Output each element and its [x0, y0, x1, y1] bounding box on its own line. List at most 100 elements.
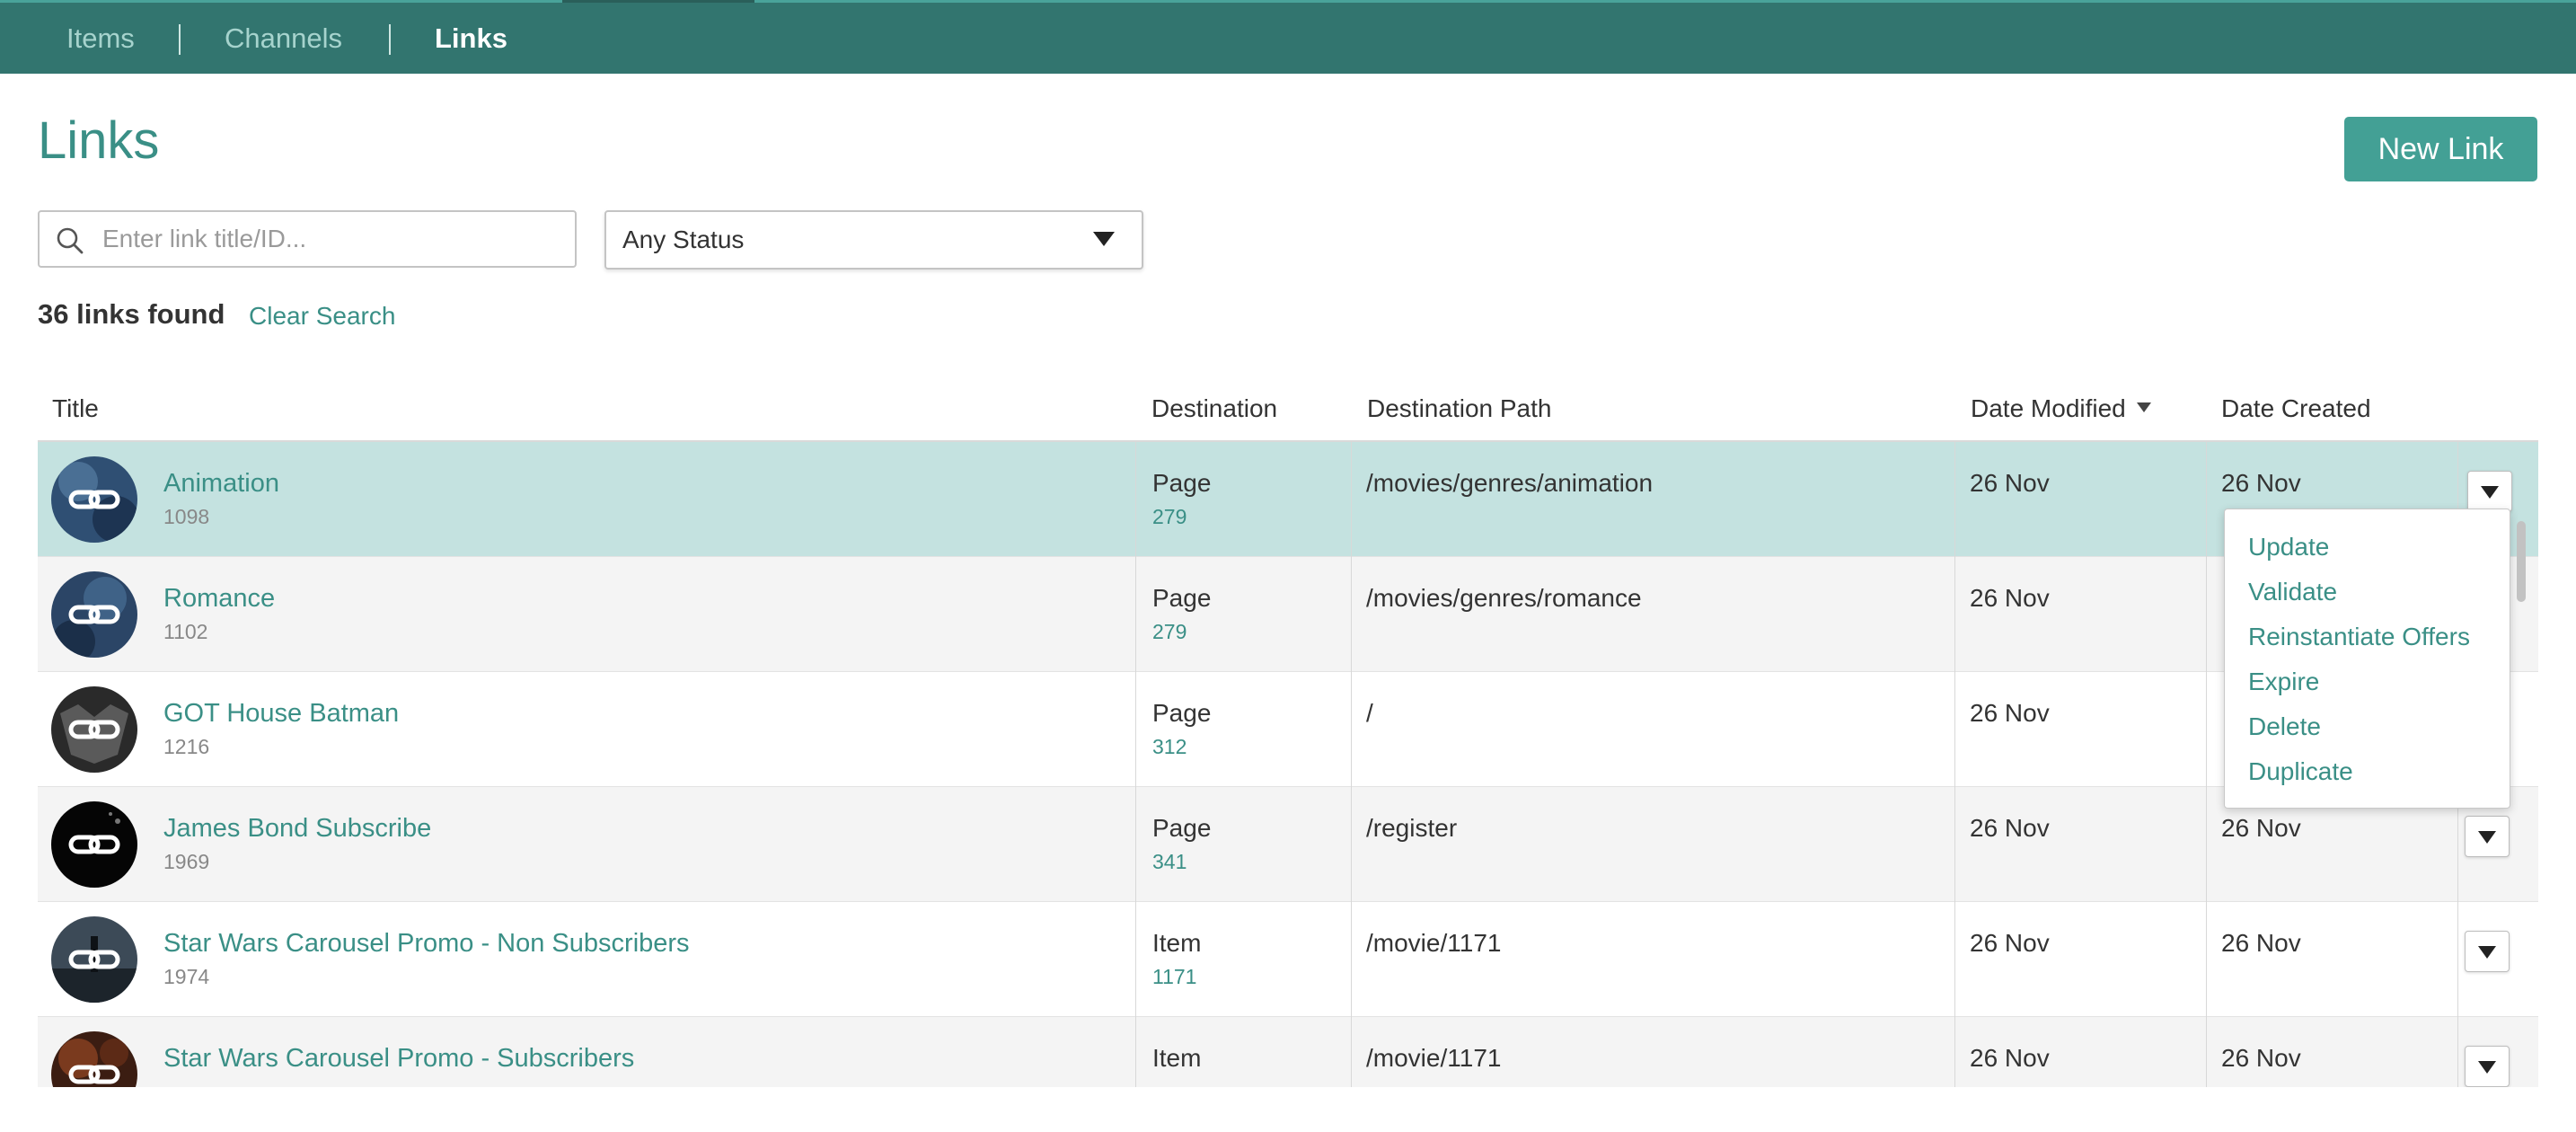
table-row[interactable]: Romance 1102 Page 279 /movies/genres/rom…	[38, 557, 2538, 672]
table-row[interactable]: James Bond Subscribe 1969 Page 341 /regi…	[38, 787, 2538, 902]
link-title[interactable]: GOT House Batman	[163, 699, 399, 729]
row-actions-button[interactable]	[2465, 1046, 2510, 1087]
path-cell: /register	[1351, 787, 1954, 902]
link-icon	[51, 916, 137, 1003]
caret-down-icon	[2478, 1061, 2496, 1074]
link-icon	[51, 456, 137, 543]
column-header-date-modified-label: Date Modified	[1971, 394, 2126, 422]
title-cell: James Bond Subscribe 1969	[38, 787, 1135, 902]
page-title: Links	[38, 111, 160, 170]
nav-item-items[interactable]: Items	[66, 3, 135, 74]
link-icon	[51, 571, 137, 658]
link-thumbnail	[51, 571, 137, 658]
date-modified: 26 Nov	[1970, 469, 2050, 497]
modified-cell: 26 Nov	[1954, 672, 2206, 787]
destination-id[interactable]: 279	[1152, 505, 1187, 529]
menu-item-validate[interactable]: Validate	[2248, 576, 2337, 608]
search-box[interactable]	[38, 210, 577, 268]
destination-path: /register	[1366, 814, 1458, 842]
date-modified: 26 Nov	[1970, 929, 2050, 957]
destination-cell: Page 312	[1135, 672, 1351, 787]
destination-id[interactable]: 341	[1152, 850, 1187, 874]
link-title[interactable]: Star Wars Carousel Promo - Subscribers	[163, 1044, 634, 1074]
nav-item-links[interactable]: Links	[435, 3, 507, 74]
link-id: 1969	[163, 850, 210, 873]
destination-id[interactable]: 1171	[1152, 965, 1196, 989]
link-thumbnail	[51, 686, 137, 773]
caret-down-icon	[2478, 831, 2496, 844]
destination-cell: Page 279	[1135, 557, 1351, 672]
results-count: 36 links found	[38, 298, 225, 330]
new-link-button[interactable]: New Link	[2344, 117, 2537, 181]
row-actions-button[interactable]	[2465, 931, 2510, 972]
destination-type: Page	[1152, 469, 1212, 497]
link-title[interactable]: Star Wars Carousel Promo - Non Subscribe…	[163, 929, 690, 959]
title-cell: GOT House Batman 1216	[38, 672, 1135, 787]
link-thumbnail	[51, 916, 137, 1003]
title-cell: Romance 1102	[38, 557, 1135, 672]
search-input[interactable]	[102, 212, 560, 266]
nav-item-channels[interactable]: Channels	[225, 3, 342, 74]
link-thumbnail	[51, 1031, 137, 1087]
destination-id[interactable]: 279	[1152, 620, 1187, 644]
nav-active-indicator	[562, 0, 754, 3]
table-row[interactable]: Star Wars Carousel Promo - Non Subscribe…	[38, 902, 2538, 1017]
menu-item-update[interactable]: Update	[2248, 531, 2329, 563]
path-cell: /	[1351, 672, 1954, 787]
modified-cell: 26 Nov	[1954, 1017, 2206, 1087]
link-title[interactable]: Animation	[163, 469, 279, 499]
link-icon	[51, 1031, 137, 1087]
destination-type: Page	[1152, 584, 1212, 612]
links-table: Title Destination Destination Path Date …	[38, 376, 2538, 1087]
destination-path: /movies/genres/romance	[1366, 584, 1642, 612]
path-cell: /movies/genres/animation	[1351, 442, 1954, 557]
title-cell: Star Wars Carousel Promo - Non Subscribe…	[38, 902, 1135, 1017]
date-created: 26 Nov	[2221, 469, 2301, 497]
destination-path: /movie/1171	[1366, 929, 1502, 957]
search-icon	[57, 227, 84, 254]
date-modified: 26 Nov	[1970, 814, 2050, 842]
sort-desc-icon	[2136, 402, 2151, 413]
table-row[interactable]: GOT House Batman 1216 Page 312 / 26 Nov	[38, 672, 2538, 787]
destination-cell: Page 341	[1135, 787, 1351, 902]
column-header-destination[interactable]: Destination	[1151, 376, 1277, 442]
column-header-date-created[interactable]: Date Created	[2221, 376, 2371, 442]
nav-separator	[389, 24, 391, 55]
row-actions-menu: Update Validate Reinstantiate Offers Exp…	[2224, 509, 2510, 809]
table-row[interactable]: Star Wars Carousel Promo - Subscribers I…	[38, 1017, 2538, 1087]
date-created: 26 Nov	[2221, 1044, 2301, 1072]
column-header-destination-path[interactable]: Destination Path	[1367, 376, 1551, 442]
menu-item-reinstantiate-offers[interactable]: Reinstantiate Offers	[2248, 621, 2470, 653]
link-thumbnail	[51, 801, 137, 888]
modified-cell: 26 Nov	[1954, 442, 2206, 557]
destination-id[interactable]: 312	[1152, 735, 1187, 759]
path-cell: /movie/1171	[1351, 902, 1954, 1017]
scrollbar-thumb[interactable]	[2517, 521, 2526, 602]
created-cell: 26 Nov	[2206, 902, 2457, 1017]
date-modified: 26 Nov	[1970, 584, 2050, 612]
column-header-date-modified[interactable]: Date Modified	[1971, 376, 2151, 442]
link-title[interactable]: James Bond Subscribe	[163, 814, 431, 844]
link-id: 1216	[163, 735, 210, 758]
modified-cell: 26 Nov	[1954, 557, 2206, 672]
link-id: 1098	[163, 505, 210, 528]
clear-search-link[interactable]: Clear Search	[249, 298, 395, 334]
date-modified: 26 Nov	[1970, 699, 2050, 727]
row-actions-button[interactable]	[2467, 471, 2512, 512]
destination-path: /movie/1171	[1366, 1044, 1502, 1072]
link-title[interactable]: Romance	[163, 584, 275, 614]
nav-separator	[179, 24, 181, 55]
destination-cell: Page 279	[1135, 442, 1351, 557]
menu-item-delete[interactable]: Delete	[2248, 711, 2321, 743]
table-row[interactable]: Animation 1098 Page 279 /movies/genres/a…	[38, 442, 2538, 557]
modified-cell: 26 Nov	[1954, 787, 2206, 902]
top-nav: Items Channels Links	[0, 0, 2576, 74]
row-actions-button[interactable]	[2465, 816, 2510, 857]
link-icon	[51, 801, 137, 888]
destination-cell: Item 1171	[1135, 902, 1351, 1017]
column-header-title[interactable]: Title	[52, 376, 99, 442]
menu-item-expire[interactable]: Expire	[2248, 666, 2319, 698]
status-select[interactable]: Any Status	[604, 210, 1143, 270]
destination-type: Item	[1152, 929, 1202, 957]
menu-item-duplicate[interactable]: Duplicate	[2248, 756, 2353, 788]
